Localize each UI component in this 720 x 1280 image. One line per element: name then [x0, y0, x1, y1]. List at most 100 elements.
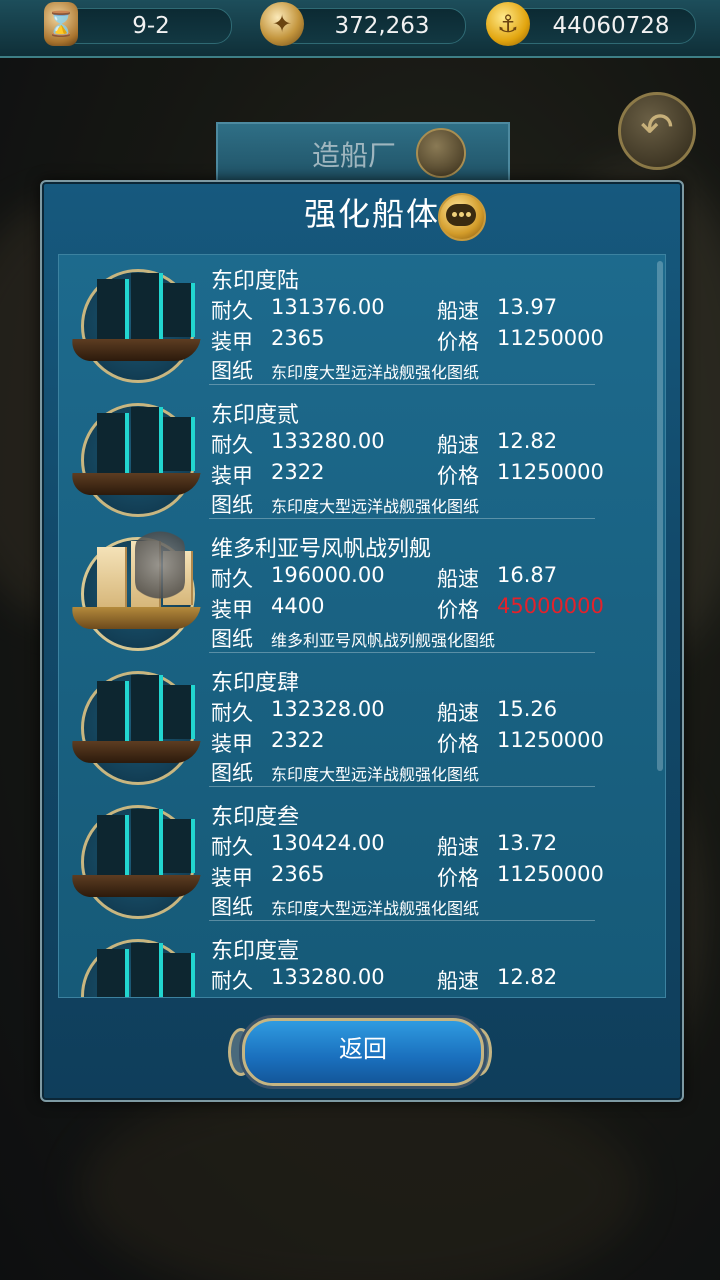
panel-title: 强化船体 — [304, 195, 441, 233]
speed-value: 12.82 — [497, 429, 558, 453]
row-divider — [209, 518, 595, 519]
price-value: 11250000 — [497, 996, 604, 997]
price-label: 价格 — [437, 464, 479, 488]
speed-value: 15.26 — [497, 697, 558, 721]
blueprint-value: 东印度大型远洋战舰强化图纸 — [271, 497, 480, 516]
armor-label: 装甲 — [211, 598, 253, 622]
speed-value: 12.82 — [497, 965, 558, 989]
speed-label: 船速 — [437, 969, 479, 993]
price-value: 11250000 — [497, 728, 604, 752]
durability-value: 131376.00 — [271, 295, 385, 319]
armor-value: 2365 — [271, 862, 325, 886]
ship-row[interactable]: 东印度肆 耐久 132328.00 船速 15.26 装甲 2322 价格 11… — [59, 657, 665, 791]
ship-portrait-icon — [65, 665, 205, 785]
strengthen-hull-panel: 强化船体 东印度陆 耐久 131376.00 船速 13.97 装甲 2365 … — [40, 180, 684, 1102]
ship-list[interactable]: 东印度陆 耐久 131376.00 船速 13.97 装甲 2365 价格 11… — [58, 254, 666, 998]
ship-row[interactable]: 东印度叁 耐久 130424.00 船速 13.72 装甲 2365 价格 11… — [59, 791, 665, 925]
row-divider — [209, 384, 595, 385]
speed-label: 船速 — [437, 567, 479, 591]
compass-icon: ✦ — [260, 2, 304, 46]
price-label: 价格 — [437, 866, 479, 890]
ship-portrait-icon — [65, 799, 205, 919]
chat-bubble-icon[interactable] — [438, 193, 486, 241]
ship-name: 东印度贰 — [211, 403, 300, 428]
back-button[interactable]: 返回 — [242, 1018, 484, 1086]
speed-value: 16.87 — [497, 563, 558, 587]
resource-bar: 9-2 ⌛ 372,263 ✦ 44060728 ⚓ — [0, 0, 720, 58]
armor-value: 4400 — [271, 594, 325, 618]
blueprint-label: 图纸 — [211, 627, 253, 651]
ship-name: 东印度叁 — [211, 805, 300, 830]
price-label: 价格 — [437, 732, 479, 756]
price-label: 价格 — [437, 330, 479, 354]
speed-value: 13.97 — [497, 295, 558, 319]
blueprint-value: 东印度大型远洋战舰强化图纸 — [271, 363, 480, 382]
blueprint-label: 图纸 — [211, 359, 253, 383]
ship-row[interactable]: 维多利亚号风帆战列舰 耐久 196000.00 船速 16.87 装甲 4400… — [59, 523, 665, 657]
durability-label: 耐久 — [211, 299, 253, 323]
blueprint-label: 图纸 — [211, 493, 253, 517]
ship-portrait-icon — [65, 525, 205, 651]
speed-label: 船速 — [437, 701, 479, 725]
ship-portrait-icon — [65, 933, 205, 997]
price-label: 价格 — [437, 996, 479, 997]
speed-label: 船速 — [437, 299, 479, 323]
armor-label: 装甲 — [211, 330, 253, 354]
row-divider — [209, 786, 595, 787]
hourglass-icon: ⌛ — [44, 2, 78, 46]
row-divider — [209, 652, 595, 653]
ship-row[interactable]: 东印度陆 耐久 131376.00 船速 13.97 装甲 2365 价格 11… — [59, 255, 665, 389]
armor-value: 2365 — [271, 326, 325, 350]
row-divider — [209, 920, 595, 921]
armor-label: 装甲 — [211, 996, 253, 997]
stage-value: 9-2 — [132, 13, 170, 39]
speed-label: 船速 — [437, 433, 479, 457]
ship-name: 维多利亚号风帆战列舰 — [211, 537, 432, 562]
shipyard-title: 造船厂 — [312, 139, 397, 172]
ship-name: 东印度陆 — [211, 269, 300, 294]
blueprint-label: 图纸 — [211, 761, 253, 785]
price-label: 价格 — [437, 598, 479, 622]
gold-value: 44060728 — [552, 13, 670, 39]
compass-counter: 372,263 — [278, 8, 466, 44]
blueprint-value: 维多利亚号风帆战列舰强化图纸 — [271, 631, 496, 650]
ship-name: 东印度壹 — [211, 939, 300, 964]
price-value: 11250000 — [497, 862, 604, 886]
compass-value: 372,263 — [334, 13, 430, 39]
blueprint-label: 图纸 — [211, 895, 253, 919]
speed-value: 13.72 — [497, 831, 558, 855]
armor-label: 装甲 — [211, 732, 253, 756]
durability-value: 130424.00 — [271, 831, 385, 855]
return-arrow-button[interactable]: ↶ — [618, 92, 696, 170]
back-button-label: 返回 — [339, 1035, 387, 1063]
price-value: 45000000 — [497, 594, 604, 618]
durability-label: 耐久 — [211, 433, 253, 457]
durability-label: 耐久 — [211, 835, 253, 859]
armor-value: 2322 — [271, 460, 325, 484]
price-value: 11250000 — [497, 460, 604, 484]
ship-name: 东印度肆 — [211, 671, 300, 696]
durability-value: 132328.00 — [271, 697, 385, 721]
anchor-coin-icon: ⚓ — [486, 2, 530, 46]
armor-value: 2322 — [271, 728, 325, 752]
blueprint-value: 东印度大型远洋战舰强化图纸 — [271, 765, 480, 784]
ship-portrait-icon — [65, 397, 205, 517]
durability-value: 133280.00 — [271, 429, 385, 453]
speed-label: 船速 — [437, 835, 479, 859]
price-value: 11250000 — [497, 326, 604, 350]
chat-bubble-icon — [416, 128, 466, 178]
durability-label: 耐久 — [211, 567, 253, 591]
durability-label: 耐久 — [211, 969, 253, 993]
stage-counter: 9-2 — [60, 8, 232, 44]
blueprint-value: 东印度大型远洋战舰强化图纸 — [271, 899, 480, 918]
ship-portrait-icon — [65, 263, 205, 383]
gold-counter: 44060728 — [506, 8, 696, 44]
armor-value: 2342.5 — [271, 996, 344, 997]
ship-row[interactable]: 东印度贰 耐久 133280.00 船速 12.82 装甲 2322 价格 11… — [59, 389, 665, 523]
return-arrow-icon: ↶ — [640, 105, 674, 151]
durability-value: 196000.00 — [271, 563, 385, 587]
durability-value: 133280.00 — [271, 965, 385, 989]
armor-label: 装甲 — [211, 866, 253, 890]
ship-row[interactable]: 东印度壹 耐久 133280.00 船速 12.82 装甲 2342.5 价格 … — [59, 925, 665, 997]
durability-label: 耐久 — [211, 701, 253, 725]
